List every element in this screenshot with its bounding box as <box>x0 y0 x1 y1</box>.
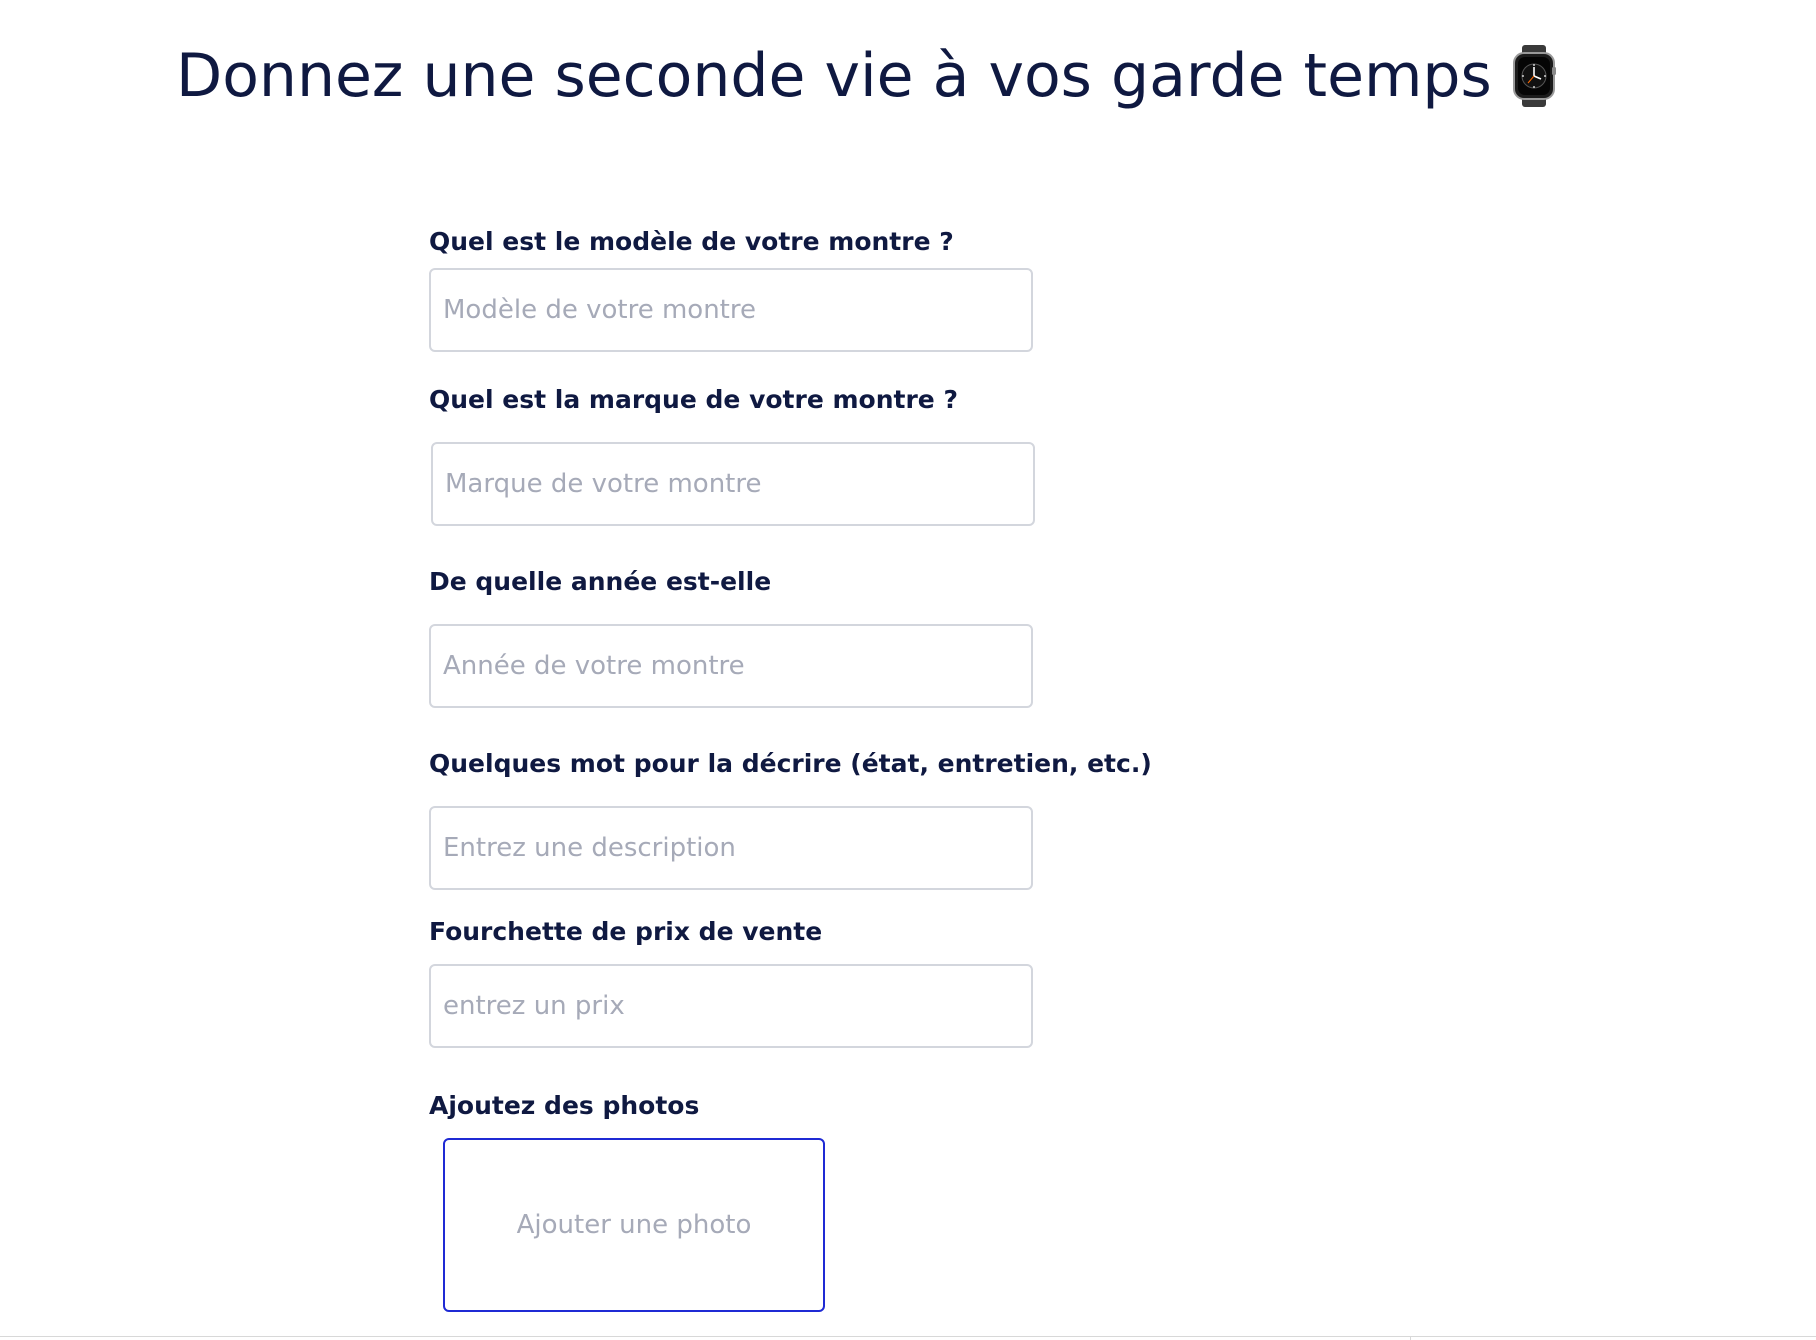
price-label: Fourchette de prix de vente <box>429 917 823 946</box>
description-input[interactable] <box>429 806 1033 890</box>
price-input[interactable] <box>429 964 1033 1048</box>
model-label: Quel est le modèle de votre montre ? <box>429 227 954 256</box>
photos-label: Ajoutez des photos <box>429 1091 700 1120</box>
brand-label: Quel est la marque de votre montre ? <box>429 385 958 414</box>
page-title-text: Donnez une seconde vie à vos garde temps <box>176 41 1492 111</box>
year-input[interactable] <box>429 624 1033 708</box>
brand-input[interactable] <box>431 442 1035 526</box>
watch-icon <box>1512 45 1556 107</box>
model-input[interactable] <box>429 268 1033 352</box>
page-title: Donnez une seconde vie à vos garde temps <box>176 30 1556 122</box>
add-photo-label: Ajouter une photo <box>516 1210 752 1240</box>
bottom-divider <box>0 1336 1816 1337</box>
page: Donnez une seconde vie à vos garde temps… <box>0 0 1816 1340</box>
bottom-divider-tick <box>1410 1336 1411 1340</box>
description-label: Quelques mot pour la décrire (état, entr… <box>429 749 1152 778</box>
add-photo-button[interactable]: Ajouter une photo <box>443 1138 825 1312</box>
year-label: De quelle année est-elle <box>429 567 772 596</box>
